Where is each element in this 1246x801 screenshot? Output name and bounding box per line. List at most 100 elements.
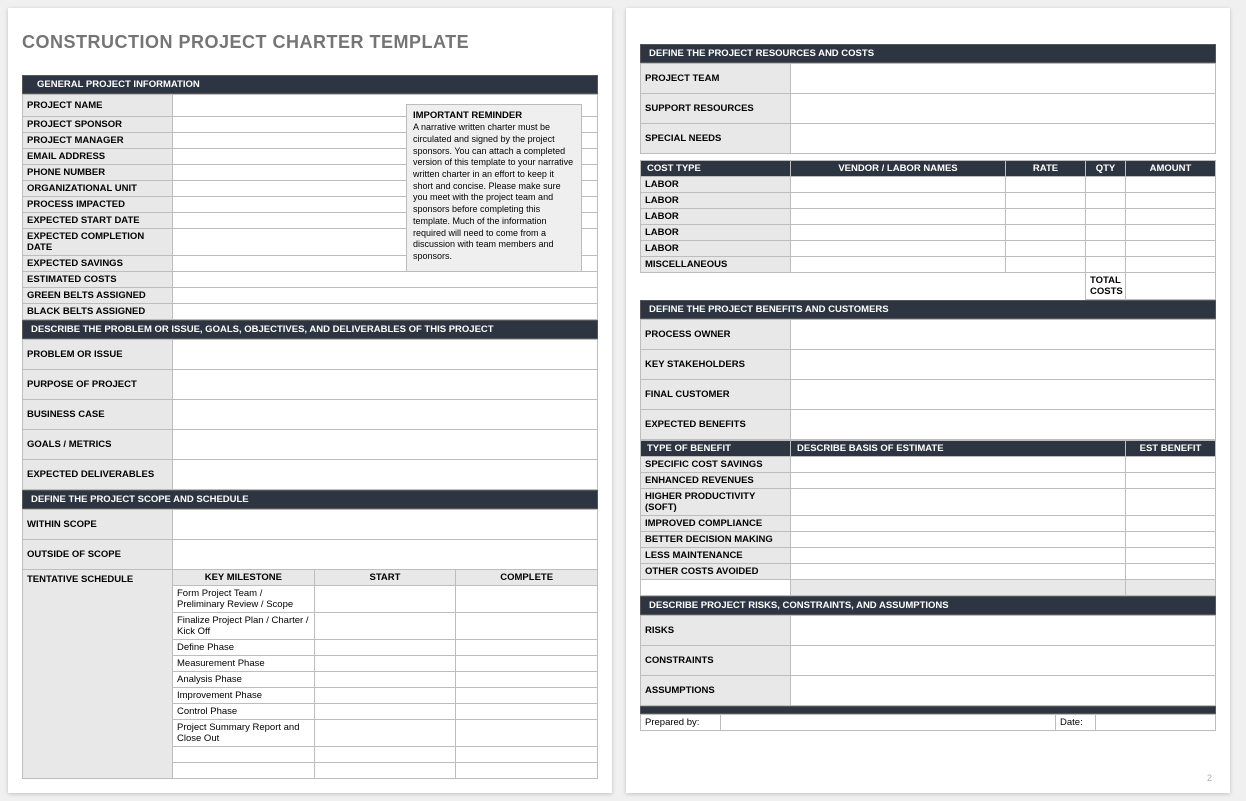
milestone-start[interactable] xyxy=(314,688,456,704)
rate-cell[interactable] xyxy=(1006,257,1086,273)
milestone-start[interactable] xyxy=(314,763,456,779)
qty-cell[interactable] xyxy=(1086,257,1126,273)
field-value[interactable] xyxy=(791,410,1216,440)
amount-cell[interactable] xyxy=(1126,193,1216,209)
basis-cell[interactable] xyxy=(791,580,1126,596)
milestone-name[interactable]: Control Phase xyxy=(173,704,315,720)
field-value[interactable] xyxy=(173,304,598,320)
milestone-complete[interactable] xyxy=(456,747,598,763)
rate-cell[interactable] xyxy=(1006,225,1086,241)
field-value[interactable] xyxy=(173,370,598,400)
milestone-start[interactable] xyxy=(314,704,456,720)
qty-cell[interactable] xyxy=(1086,209,1126,225)
amount-cell[interactable] xyxy=(1126,225,1216,241)
amount-cell[interactable] xyxy=(1126,177,1216,193)
benefit-label-blank[interactable] xyxy=(641,580,791,596)
milestone-complete[interactable] xyxy=(456,704,598,720)
milestone-complete[interactable] xyxy=(456,688,598,704)
basis-cell[interactable] xyxy=(791,548,1126,564)
rate-cell[interactable] xyxy=(1006,209,1086,225)
field-value[interactable] xyxy=(173,540,598,570)
est-cell[interactable] xyxy=(1126,580,1216,596)
section-header-resources: DEFINE THE PROJECT RESOURCES AND COSTS xyxy=(640,44,1216,63)
basis-cell[interactable] xyxy=(791,564,1126,580)
amount-cell[interactable] xyxy=(1126,257,1216,273)
vendor-cell[interactable] xyxy=(791,241,1006,257)
milestone-name[interactable]: Improvement Phase xyxy=(173,688,315,704)
field-value[interactable] xyxy=(791,94,1216,124)
amount-cell[interactable] xyxy=(1126,209,1216,225)
field-value[interactable] xyxy=(173,340,598,370)
est-cell[interactable] xyxy=(1126,489,1216,516)
est-cell[interactable] xyxy=(1126,564,1216,580)
basis-cell[interactable] xyxy=(791,489,1126,516)
prepared-by-value[interactable] xyxy=(721,715,1056,731)
qty-cell[interactable] xyxy=(1086,177,1126,193)
basis-cell[interactable] xyxy=(791,516,1126,532)
field-value[interactable] xyxy=(173,288,598,304)
milestone-name[interactable]: Analysis Phase xyxy=(173,672,315,688)
field-label: BLACK BELTS ASSIGNED xyxy=(23,304,173,320)
est-cell[interactable] xyxy=(1126,473,1216,489)
milestone-start[interactable] xyxy=(314,656,456,672)
field-value[interactable] xyxy=(791,350,1216,380)
milestone-start[interactable] xyxy=(314,720,456,747)
field-value[interactable] xyxy=(791,646,1216,676)
field-value[interactable] xyxy=(173,400,598,430)
qty-cell[interactable] xyxy=(1086,241,1126,257)
qty-cell[interactable] xyxy=(1086,225,1126,241)
amount-cell[interactable] xyxy=(1126,241,1216,257)
milestone-complete[interactable] xyxy=(456,586,598,613)
milestone-name[interactable]: Measurement Phase xyxy=(173,656,315,672)
milestone-complete[interactable] xyxy=(456,672,598,688)
est-cell[interactable] xyxy=(1126,532,1216,548)
milestone-complete[interactable] xyxy=(456,720,598,747)
vendor-cell[interactable] xyxy=(791,177,1006,193)
date-value[interactable] xyxy=(1096,715,1216,731)
total-costs-value[interactable] xyxy=(1126,273,1216,300)
vendor-cell[interactable] xyxy=(791,193,1006,209)
field-value[interactable] xyxy=(173,510,598,540)
milestone-start[interactable] xyxy=(314,640,456,656)
field-value[interactable] xyxy=(173,430,598,460)
rate-cell[interactable] xyxy=(1006,177,1086,193)
milestone-complete[interactable] xyxy=(456,763,598,779)
milestone-complete[interactable] xyxy=(456,656,598,672)
field-value[interactable] xyxy=(791,616,1216,646)
field-value[interactable] xyxy=(791,676,1216,706)
milestone-start[interactable] xyxy=(314,672,456,688)
est-cell[interactable] xyxy=(1126,516,1216,532)
milestone-name[interactable]: Define Phase xyxy=(173,640,315,656)
vendor-cell[interactable] xyxy=(791,225,1006,241)
milestone-complete[interactable] xyxy=(456,640,598,656)
est-cell[interactable] xyxy=(1126,548,1216,564)
milestone-name[interactable] xyxy=(173,763,315,779)
section-header-general: GENERAL PROJECT INFORMATION xyxy=(22,75,598,94)
field-label: PROBLEM OR ISSUE xyxy=(23,340,173,370)
field-value[interactable] xyxy=(791,320,1216,350)
qty-cell[interactable] xyxy=(1086,193,1126,209)
milestone-start[interactable] xyxy=(314,613,456,640)
rate-cell[interactable] xyxy=(1006,193,1086,209)
milestone-name[interactable]: Form Project Team / Preliminary Review /… xyxy=(173,586,315,613)
milestone-name[interactable] xyxy=(173,747,315,763)
milestone-name[interactable]: Finalize Project Plan / Charter / Kick O… xyxy=(173,613,315,640)
col-header: EST BENEFIT xyxy=(1126,441,1216,457)
est-cell[interactable] xyxy=(1126,457,1216,473)
field-value[interactable] xyxy=(791,64,1216,94)
vendor-cell[interactable] xyxy=(791,257,1006,273)
milestone-complete[interactable] xyxy=(456,613,598,640)
field-value[interactable] xyxy=(173,460,598,490)
field-value[interactable] xyxy=(791,124,1216,154)
rate-cell[interactable] xyxy=(1006,241,1086,257)
field-value[interactable] xyxy=(791,380,1216,410)
benefit-label: SPECIFIC COST SAVINGS xyxy=(641,457,791,473)
basis-cell[interactable] xyxy=(791,532,1126,548)
field-value[interactable] xyxy=(173,272,598,288)
milestone-name[interactable]: Project Summary Report and Close Out xyxy=(173,720,315,747)
vendor-cell[interactable] xyxy=(791,209,1006,225)
milestone-start[interactable] xyxy=(314,586,456,613)
milestone-start[interactable] xyxy=(314,747,456,763)
basis-cell[interactable] xyxy=(791,457,1126,473)
basis-cell[interactable] xyxy=(791,473,1126,489)
